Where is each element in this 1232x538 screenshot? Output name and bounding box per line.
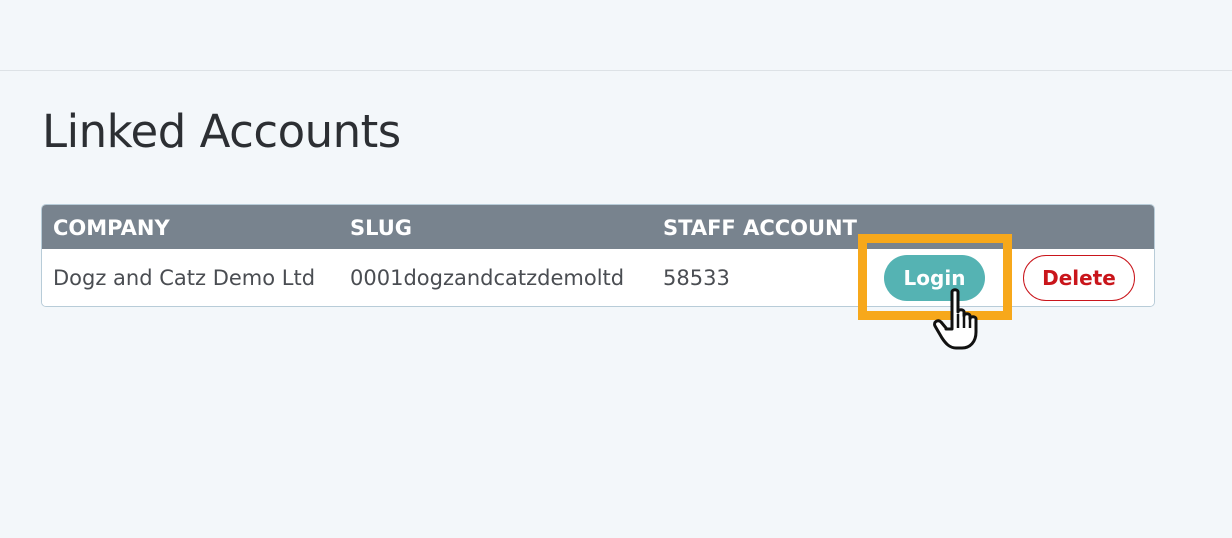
column-header-company: COMPANY [53,216,170,240]
table-header: COMPANY SLUG STAFF ACCOUNT [42,205,1154,249]
staff-account-cell: 58533 [663,266,730,290]
delete-button[interactable]: Delete [1023,255,1135,301]
column-header-staff-account: STAFF ACCOUNT [663,216,857,240]
top-bar [0,0,1232,71]
slug-cell: 0001dogzandcatzdemoltd [350,266,625,290]
company-cell: Dogz and Catz Demo Ltd [53,266,316,290]
column-header-slug: SLUG [350,216,413,240]
linked-accounts-table: COMPANY SLUG STAFF ACCOUNT Dogz and Catz… [41,204,1155,307]
page-title: Linked Accounts [42,105,401,158]
table-row: Dogz and Catz Demo Ltd 0001dogzandcatzde… [42,249,1154,306]
login-button[interactable]: Login [884,255,985,301]
